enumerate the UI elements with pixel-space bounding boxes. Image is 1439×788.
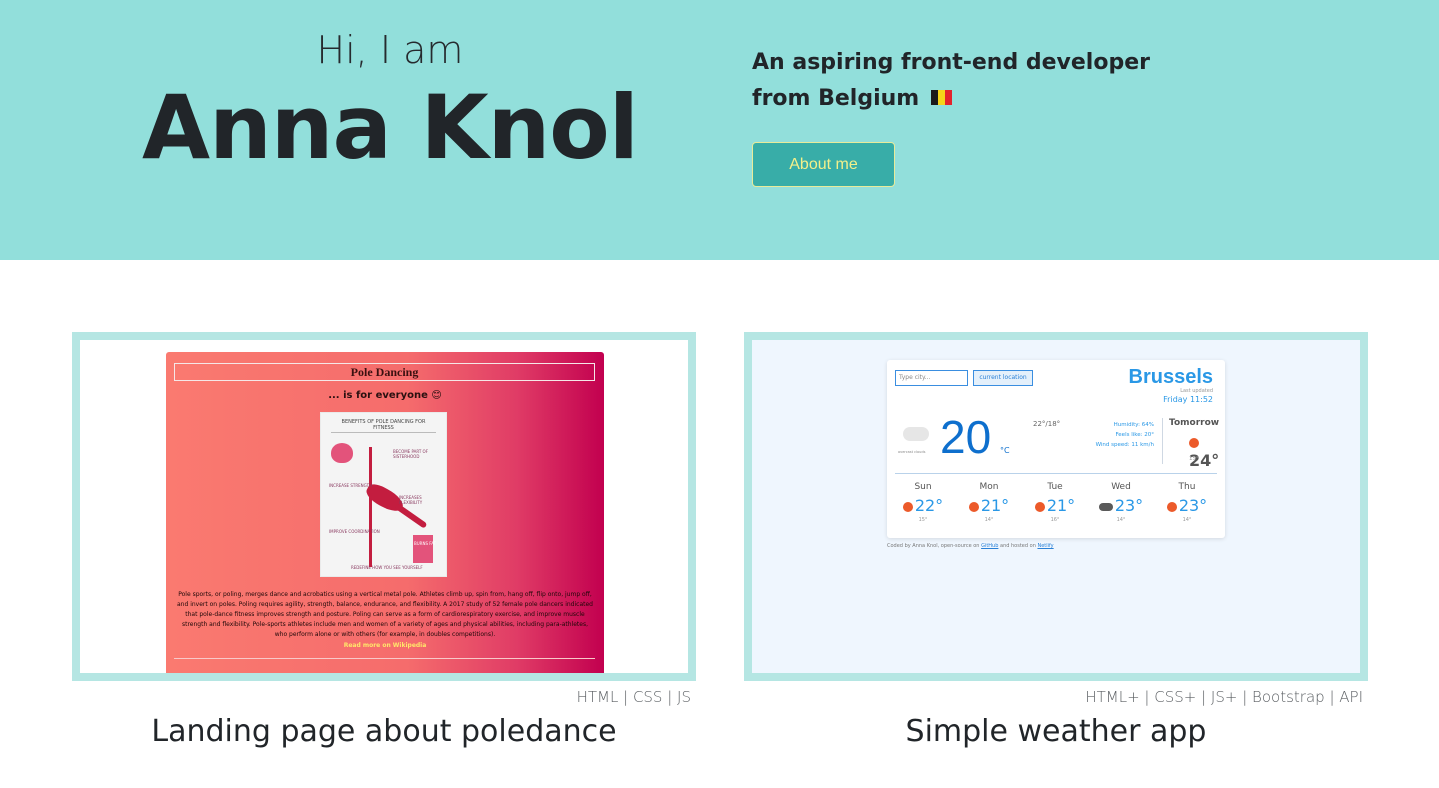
forecast-day-temp: 23° bbox=[1157, 496, 1217, 515]
current-location-button: current location bbox=[973, 370, 1033, 386]
forecast-temp-value: 21° bbox=[1046, 496, 1076, 515]
project-tags-weather: HTML+ | CSS+ | JS+ | Bootstrap | API bbox=[1085, 688, 1363, 706]
pole-graphic bbox=[369, 447, 372, 567]
forecast-day-temp: 21° bbox=[1025, 496, 1085, 515]
tomorrow-label: Tomorrow bbox=[1169, 418, 1220, 428]
forecast-temp-value: 22° bbox=[914, 496, 944, 515]
project-title-weather: Simple weather app bbox=[905, 714, 1207, 749]
feels-like: Feels like: 20° bbox=[1115, 432, 1154, 438]
infographic-label: BECOME PART OF SISTERHOOD bbox=[393, 449, 429, 459]
weather-search-input: Type city... bbox=[895, 370, 968, 386]
dancer-leg-graphic bbox=[394, 503, 428, 529]
forecast-temp-value: 23° bbox=[1178, 496, 1208, 515]
poledance-body-text: Pole sports, or poling, merges dance and… bbox=[177, 591, 593, 638]
footer-mid-text: and hosted on bbox=[1000, 543, 1036, 549]
project-tags-poledance: HTML | CSS | JS bbox=[576, 688, 691, 706]
weather-datetime: Friday 11:52 bbox=[1163, 395, 1213, 404]
cloud-icon bbox=[903, 427, 929, 441]
tomorrow-temp: 24° bbox=[1189, 432, 1225, 470]
wikipedia-link: Read more on Wikipedia bbox=[343, 642, 427, 649]
infographic-label: IMPROVE COORDINATION bbox=[329, 529, 380, 534]
project-thumbnail-poledance[interactable]: Pole Dancing ... is for everyone 😊 BENEF… bbox=[80, 340, 688, 673]
weather-footer: Coded by Anna Knol, open-source on GitHu… bbox=[887, 543, 1054, 549]
about-me-button[interactable]: About me bbox=[752, 142, 895, 187]
weather-preview: Type city... current location Brussels L… bbox=[887, 360, 1225, 538]
infographic-label: INCREASE STRENGTH bbox=[329, 483, 373, 488]
project-card-poledance[interactable]: Pole Dancing ... is for everyone 😊 BENEF… bbox=[72, 332, 696, 681]
infographic-badge bbox=[413, 535, 433, 563]
sun-cloud-rain-icon bbox=[1189, 437, 1199, 448]
weather-condition: overcast clouds bbox=[898, 450, 926, 454]
hero-section: Hi, I am Anna Knol An aspiring front-end… bbox=[0, 0, 1439, 260]
weather-divider bbox=[1162, 418, 1163, 464]
storm-cloud-icon bbox=[1098, 502, 1113, 511]
forecast-day-temp: 22° bbox=[893, 496, 953, 515]
poledance-page-title: Pole Dancing bbox=[174, 363, 595, 381]
forecast-day-temp: 21° bbox=[959, 496, 1019, 515]
forecast-day: Tue 21° 16° bbox=[1025, 482, 1085, 523]
infographic-label: INCREASES FLEXIBILITY bbox=[399, 495, 423, 505]
forecast-day-name: Tue bbox=[1047, 482, 1063, 492]
weather-stats: Humidity: 64% Feels like: 20° Wind speed… bbox=[1082, 420, 1154, 450]
forecast-day-low: 14° bbox=[984, 517, 994, 523]
github-link: GitHub bbox=[981, 543, 999, 549]
hero-greeting: Hi, I am bbox=[316, 28, 464, 72]
forecast-divider bbox=[895, 473, 1217, 474]
forecast-day-name: Sun bbox=[914, 482, 932, 492]
forecast-day: Thu 23° 14° bbox=[1157, 482, 1217, 523]
poledance-infographic: BENEFITS OF POLE DANCING FOR FITNESS BEC… bbox=[320, 412, 447, 577]
project-thumbnail-weather[interactable]: Type city... current location Brussels L… bbox=[752, 340, 1360, 673]
sun-cloud-rain-icon bbox=[1034, 501, 1045, 512]
forecast-day-low: 15° bbox=[918, 517, 928, 523]
forecast-day-name: Thu bbox=[1178, 482, 1196, 492]
tomorrow-low: 15° bbox=[1189, 456, 1199, 462]
high-low-temp: 22°/18° bbox=[1033, 420, 1061, 428]
poledance-subtitle: ... is for everyone 😊 bbox=[328, 390, 442, 401]
poledance-preview: Pole Dancing ... is for everyone 😊 BENEF… bbox=[166, 352, 604, 673]
forecast-day-name: Wed bbox=[1111, 482, 1131, 492]
netlify-link: Netlify bbox=[1037, 543, 1054, 549]
infographic-heading: BENEFITS OF POLE DANCING FOR FITNESS bbox=[331, 419, 436, 433]
heart-icon bbox=[331, 443, 353, 463]
infographic-label: REDEFINE HOW YOU SEE YOURSELF bbox=[351, 565, 423, 570]
project-card-weather[interactable]: Type city... current location Brussels L… bbox=[744, 332, 1368, 681]
humidity: Humidity: 64% bbox=[1113, 422, 1154, 428]
forecast-day: Mon 21° 14° bbox=[959, 482, 1019, 523]
weather-city: Brussels bbox=[1128, 366, 1214, 388]
last-updated-label: Last updated bbox=[1180, 388, 1213, 394]
belgium-flag-icon bbox=[930, 89, 952, 105]
forecast-day-name: Mon bbox=[979, 482, 999, 492]
forecast-day-low: 14° bbox=[1182, 517, 1192, 523]
forecast-day-low: 14° bbox=[1116, 517, 1126, 523]
hero-tagline: An aspiring front-end developer from Bel… bbox=[752, 45, 1212, 117]
forecast-day-low: 16° bbox=[1050, 517, 1060, 523]
hero-name: Anna Knol bbox=[142, 76, 639, 179]
sun-cloud-rain-icon bbox=[902, 501, 913, 512]
poledance-divider bbox=[174, 658, 595, 659]
sun-cloud-rain-icon bbox=[1166, 501, 1177, 512]
current-temperature: 20 bbox=[940, 411, 992, 463]
forecast-day: Sun 22° 15° bbox=[893, 482, 953, 523]
infographic-label: BURNS FAT bbox=[414, 541, 437, 546]
forecast-day: Wed 23° 14° bbox=[1091, 482, 1151, 523]
forecast-temp-value: 23° bbox=[1114, 496, 1144, 515]
project-title-poledance: Landing page about poledance bbox=[151, 714, 617, 749]
temperature-unit: °C bbox=[1000, 446, 1010, 455]
footer-text: Coded by Anna Knol, open-source on bbox=[887, 543, 980, 549]
wind-speed: Wind speed: 11 km/h bbox=[1095, 442, 1154, 448]
forecast-temp-value: 21° bbox=[980, 496, 1010, 515]
sun-cloud-rain-icon bbox=[968, 501, 979, 512]
forecast-day-temp: 23° bbox=[1091, 496, 1151, 515]
